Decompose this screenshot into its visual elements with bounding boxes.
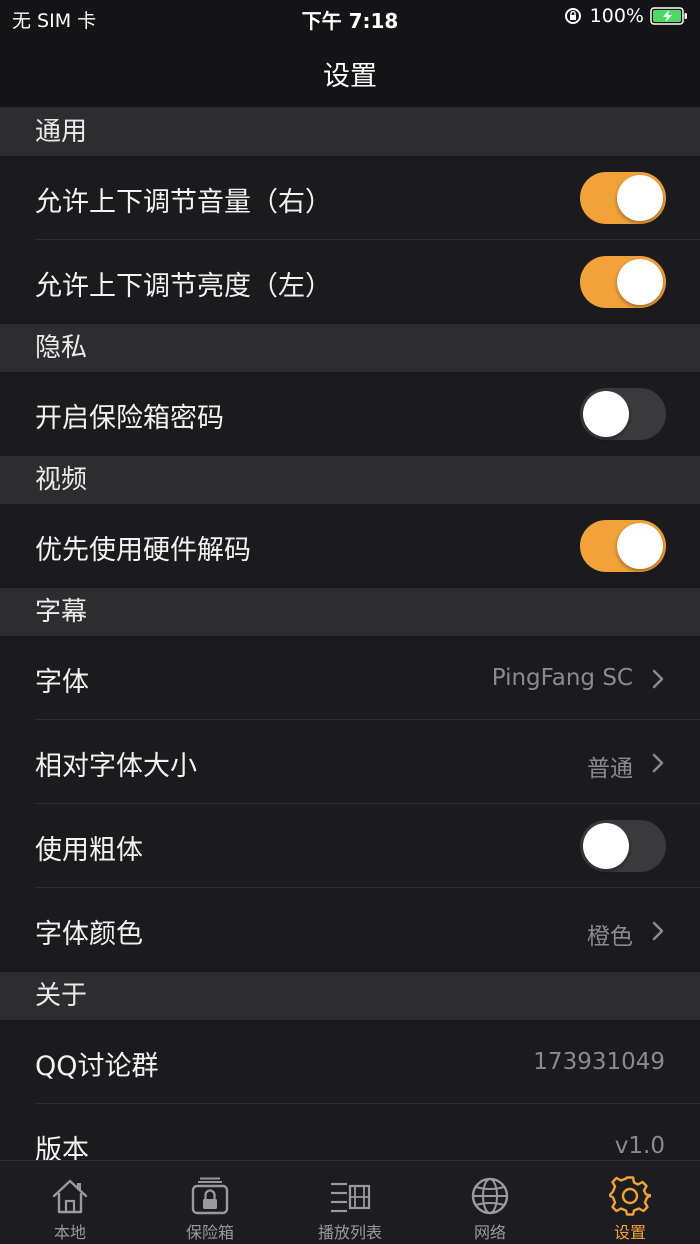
battery-charging-icon [650, 7, 687, 25]
font-size-value: 普通 [587, 756, 633, 782]
setting-label: 开启保险箱密码 [35, 403, 224, 434]
toggle-knob [583, 391, 629, 437]
chevron-right-icon [652, 669, 664, 689]
home-icon [52, 1179, 88, 1214]
tab-settings[interactable]: 设置 [560, 1161, 700, 1244]
setting-row-vault-password[interactable]: 开启保险箱密码 [0, 372, 700, 456]
setting-label: 允许上下调节音量（右） [35, 187, 332, 218]
navigation-bar: 设置 [0, 36, 700, 108]
setting-label: 字体 [35, 667, 89, 698]
toggle-knob [617, 175, 663, 221]
font-color-value: 橙色 [587, 924, 633, 950]
tab-bar: 本地 保险箱 播放列表 网络 设置 [0, 1160, 700, 1244]
setting-label: 允许上下调节亮度（左） [35, 271, 332, 302]
status-bar: 无 SIM 卡 下午 7:18 100% [0, 0, 700, 36]
toggle-knob [617, 259, 663, 305]
setting-row-hardware-decode[interactable]: 优先使用硬件解码 [0, 504, 700, 588]
setting-row-font[interactable]: 字体 PingFang SC [0, 636, 700, 720]
rotation-lock-icon [564, 8, 581, 24]
settings-list[interactable]: 通用 允许上下调节音量（右） 允许上下调节亮度（左） 隐私 开启保险箱密码 视频… [0, 108, 700, 1160]
hardware-decode-toggle[interactable] [580, 520, 666, 572]
setting-row-bold[interactable]: 使用粗体 [0, 804, 700, 888]
tab-vault[interactable]: 保险箱 [140, 1161, 280, 1244]
chevron-right-icon [652, 753, 664, 773]
tab-label: 保险箱 [185, 1223, 234, 1242]
section-header-video: 视频 [0, 456, 700, 504]
setting-row-brightness[interactable]: 允许上下调节亮度（左） [0, 240, 700, 324]
playlist-icon [331, 1182, 371, 1213]
page-title: 设置 [323, 61, 377, 92]
setting-row-version: 版本 v1.0 [0, 1104, 700, 1160]
qq-group-value: 173931049 [533, 1049, 665, 1075]
vault-password-toggle[interactable] [580, 388, 666, 440]
section-header-about: 关于 [0, 972, 700, 1020]
setting-row-volume[interactable]: 允许上下调节音量（右） [0, 156, 700, 240]
tab-label: 本地 [53, 1223, 86, 1242]
tab-label: 网络 [473, 1223, 506, 1242]
chevron-right-icon [652, 921, 664, 941]
setting-label: 相对字体大小 [35, 751, 197, 782]
setting-label: 优先使用硬件解码 [35, 535, 251, 566]
brightness-toggle[interactable] [580, 256, 666, 308]
status-right: 100% [564, 5, 688, 27]
toggle-knob [617, 523, 663, 569]
setting-label: QQ讨论群 [35, 1051, 159, 1082]
battery-percent: 100% [589, 5, 644, 27]
tab-playlist[interactable]: 播放列表 [280, 1161, 420, 1244]
section-header-general: 通用 [0, 108, 700, 156]
vault-lock-icon [191, 1177, 229, 1215]
setting-label: 使用粗体 [35, 835, 143, 866]
tab-local[interactable]: 本地 [0, 1161, 140, 1244]
tab-label: 设置 [613, 1223, 646, 1242]
version-value: v1.0 [614, 1133, 665, 1159]
section-header-subtitles: 字幕 [0, 588, 700, 636]
setting-label: 版本 [35, 1135, 89, 1160]
section-header-privacy: 隐私 [0, 324, 700, 372]
setting-row-font-size[interactable]: 相对字体大小 普通 [0, 720, 700, 804]
tab-label: 播放列表 [317, 1223, 382, 1242]
setting-label: 字体颜色 [35, 919, 143, 950]
tab-network[interactable]: 网络 [420, 1161, 560, 1244]
volume-toggle[interactable] [580, 172, 666, 224]
globe-icon [471, 1177, 509, 1215]
setting-row-font-color[interactable]: 字体颜色 橙色 [0, 888, 700, 972]
setting-row-qq-group[interactable]: QQ讨论群 173931049 [0, 1020, 700, 1104]
font-value: PingFang SC [491, 665, 633, 691]
toggle-knob [583, 823, 629, 869]
bold-toggle[interactable] [580, 820, 666, 872]
gear-icon [609, 1176, 651, 1216]
